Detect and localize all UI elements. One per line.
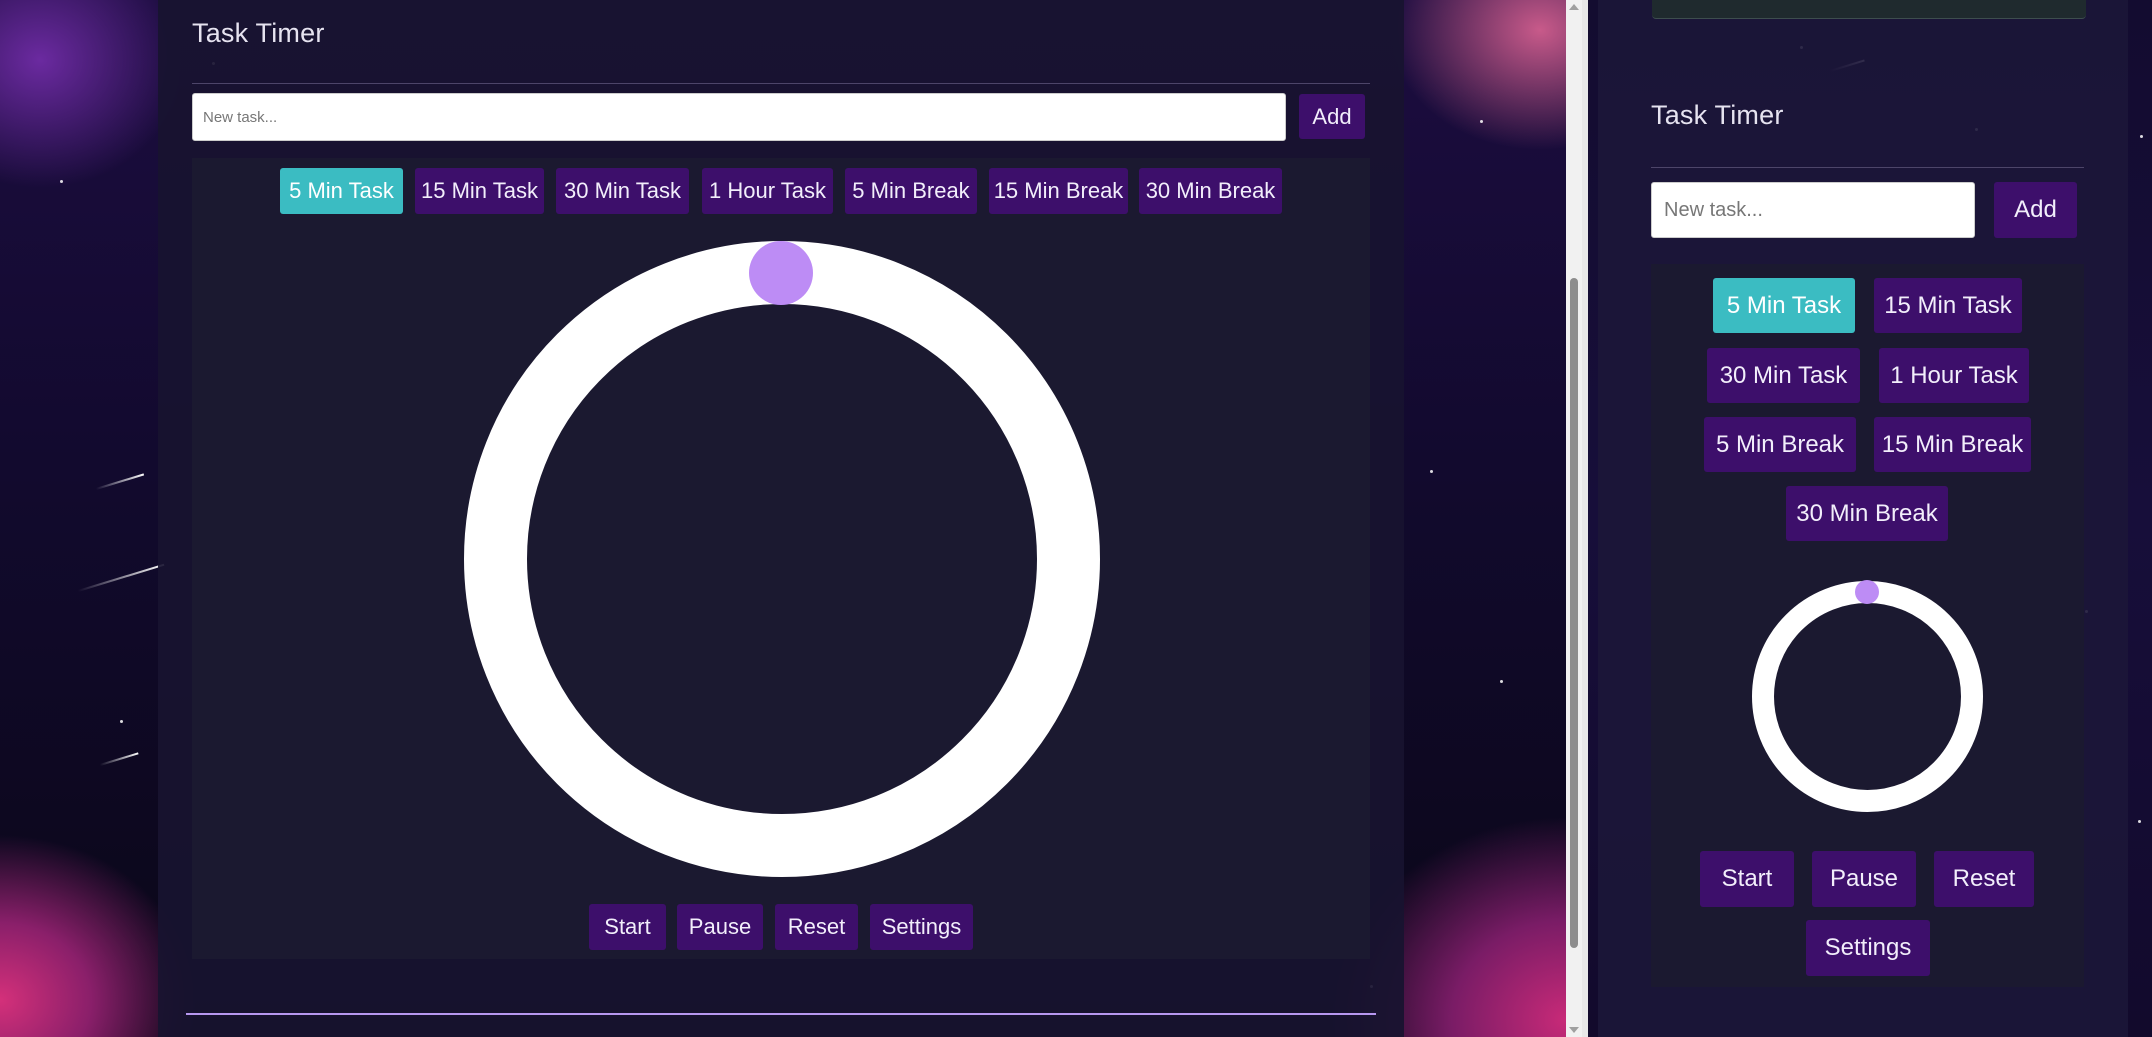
preset-1-hour-task-mobile[interactable]: 1 Hour Task bbox=[1879, 348, 2029, 403]
timer-progress-handle[interactable] bbox=[749, 241, 813, 305]
star bbox=[1430, 470, 1433, 473]
star bbox=[2140, 135, 2143, 138]
preset-15-min-break-mobile[interactable]: 15 Min Break bbox=[1874, 417, 2031, 472]
star bbox=[1480, 120, 1483, 123]
top-edge-bar bbox=[1652, 0, 2086, 19]
preset-5-min-break-mobile[interactable]: 5 Min Break bbox=[1704, 417, 1856, 472]
page-title: Task Timer bbox=[192, 18, 325, 48]
new-task-input[interactable]: New task... bbox=[192, 93, 1286, 141]
preset-30-min-break[interactable]: 30 Min Break bbox=[1139, 168, 1282, 214]
preset-5-min-break[interactable]: 5 Min Break bbox=[845, 168, 977, 214]
preset-30-min-task[interactable]: 30 Min Task bbox=[556, 168, 689, 214]
preset-30-min-break-mobile[interactable]: 30 Min Break bbox=[1786, 486, 1948, 541]
title-divider bbox=[192, 83, 1370, 84]
preset-15-min-break[interactable]: 15 Min Break bbox=[989, 168, 1128, 214]
new-task-input-mobile[interactable]: New task... bbox=[1651, 182, 1975, 238]
pause-button-mobile[interactable]: Pause bbox=[1812, 851, 1916, 907]
star bbox=[60, 180, 63, 183]
preset-5-min-task-mobile[interactable]: 5 Min Task bbox=[1713, 278, 1855, 333]
timer-progress-handle-mobile[interactable] bbox=[1855, 580, 1879, 604]
scroll-down-arrow-icon[interactable] bbox=[1569, 1027, 1579, 1033]
settings-button[interactable]: Settings bbox=[870, 904, 973, 950]
preset-15-min-task-mobile[interactable]: 15 Min Task bbox=[1874, 278, 2022, 333]
title-divider-mobile bbox=[1651, 167, 2084, 168]
preset-15-min-task[interactable]: 15 Min Task bbox=[415, 168, 544, 214]
page-title-mobile: Task Timer bbox=[1651, 100, 1784, 130]
timer-ring-mobile bbox=[1752, 581, 1983, 812]
reset-button-mobile[interactable]: Reset bbox=[1934, 851, 2034, 907]
star bbox=[1500, 680, 1503, 683]
preset-5-min-task[interactable]: 5 Min Task bbox=[280, 168, 403, 214]
star bbox=[2138, 820, 2141, 823]
start-button[interactable]: Start bbox=[589, 904, 666, 950]
footer-divider bbox=[186, 1013, 1376, 1015]
add-task-button-mobile[interactable]: Add bbox=[1994, 182, 2077, 238]
reset-button[interactable]: Reset bbox=[775, 904, 858, 950]
scrollbar[interactable] bbox=[1566, 0, 1582, 1037]
timer-ring bbox=[464, 241, 1100, 877]
settings-button-mobile[interactable]: Settings bbox=[1806, 920, 1930, 976]
start-button-mobile[interactable]: Start bbox=[1700, 851, 1794, 907]
pause-button[interactable]: Pause bbox=[677, 904, 763, 950]
add-task-button[interactable]: Add bbox=[1299, 94, 1365, 139]
star bbox=[120, 720, 123, 723]
scrollbar-thumb[interactable] bbox=[1570, 278, 1578, 948]
scroll-up-arrow-icon[interactable] bbox=[1569, 4, 1579, 10]
preset-1-hour-task[interactable]: 1 Hour Task bbox=[702, 168, 833, 214]
preset-30-min-task-mobile[interactable]: 30 Min Task bbox=[1707, 348, 1860, 403]
